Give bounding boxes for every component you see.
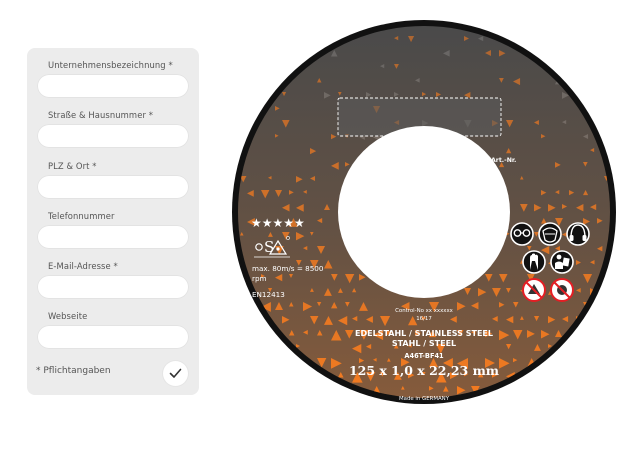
- gloves-icon: [522, 250, 546, 274]
- goggles-icon: [510, 222, 534, 246]
- material-line-1: EDELSTAHL / STAINLESS STEEL: [355, 329, 493, 338]
- material-line-2: STAHL / STEEL: [391, 339, 457, 348]
- website-label: Webseite: [48, 311, 88, 321]
- spec-code: A46T-BF41: [404, 352, 444, 360]
- zip-city-label: PLZ & Ort *: [48, 161, 97, 171]
- zip-city-input[interactable]: [37, 175, 189, 199]
- disc-dimensions: 125 x 1,0 x 22,23 mm: [348, 363, 500, 378]
- max-speed-text: max. 80m/s = 8500 rpm: [252, 264, 324, 283]
- contact-form: Unternehmensbezeichnung * Straße & Hausn…: [27, 48, 199, 395]
- norm-text: EN12413: [252, 290, 285, 299]
- website-input[interactable]: [37, 325, 189, 349]
- control-number-text: Control-No xx xxxxxx: [395, 308, 453, 314]
- ear-protection-icon: [566, 222, 590, 246]
- checkmark-icon: [169, 368, 182, 378]
- company-name-input[interactable]: [37, 74, 189, 98]
- cutting-disc-preview: S ★★★★★ max. 80m/s = 8500 rpm EN12413 Ar…: [230, 18, 618, 406]
- email-label: E-Mail-Adresse *: [48, 261, 118, 271]
- face-mask-icon: [538, 222, 562, 246]
- email-input[interactable]: [37, 275, 189, 299]
- street-input[interactable]: [37, 124, 189, 148]
- no-wet-grinding-icon: [522, 278, 546, 302]
- svg-text:S: S: [264, 238, 274, 256]
- phone-input[interactable]: [37, 225, 189, 249]
- disc-center-hole: [338, 126, 510, 298]
- company-name-label: Unternehmensbezeichnung *: [48, 60, 173, 70]
- phone-label: Telefonnummer: [48, 211, 115, 221]
- no-hand-held-icon: [550, 278, 574, 302]
- read-manual-icon: [550, 250, 574, 274]
- quality-stars: ★★★★★: [251, 216, 305, 230]
- article-number-label: Art.-Nr.: [491, 157, 517, 164]
- submit-button[interactable]: [163, 361, 188, 386]
- required-fields-note: * Pflichtangaben: [36, 366, 111, 376]
- street-label: Straße & Hausnummer *: [48, 110, 154, 120]
- made-in-text: Made in GERMANY: [398, 396, 450, 402]
- batch-text: 16/17: [416, 316, 432, 322]
